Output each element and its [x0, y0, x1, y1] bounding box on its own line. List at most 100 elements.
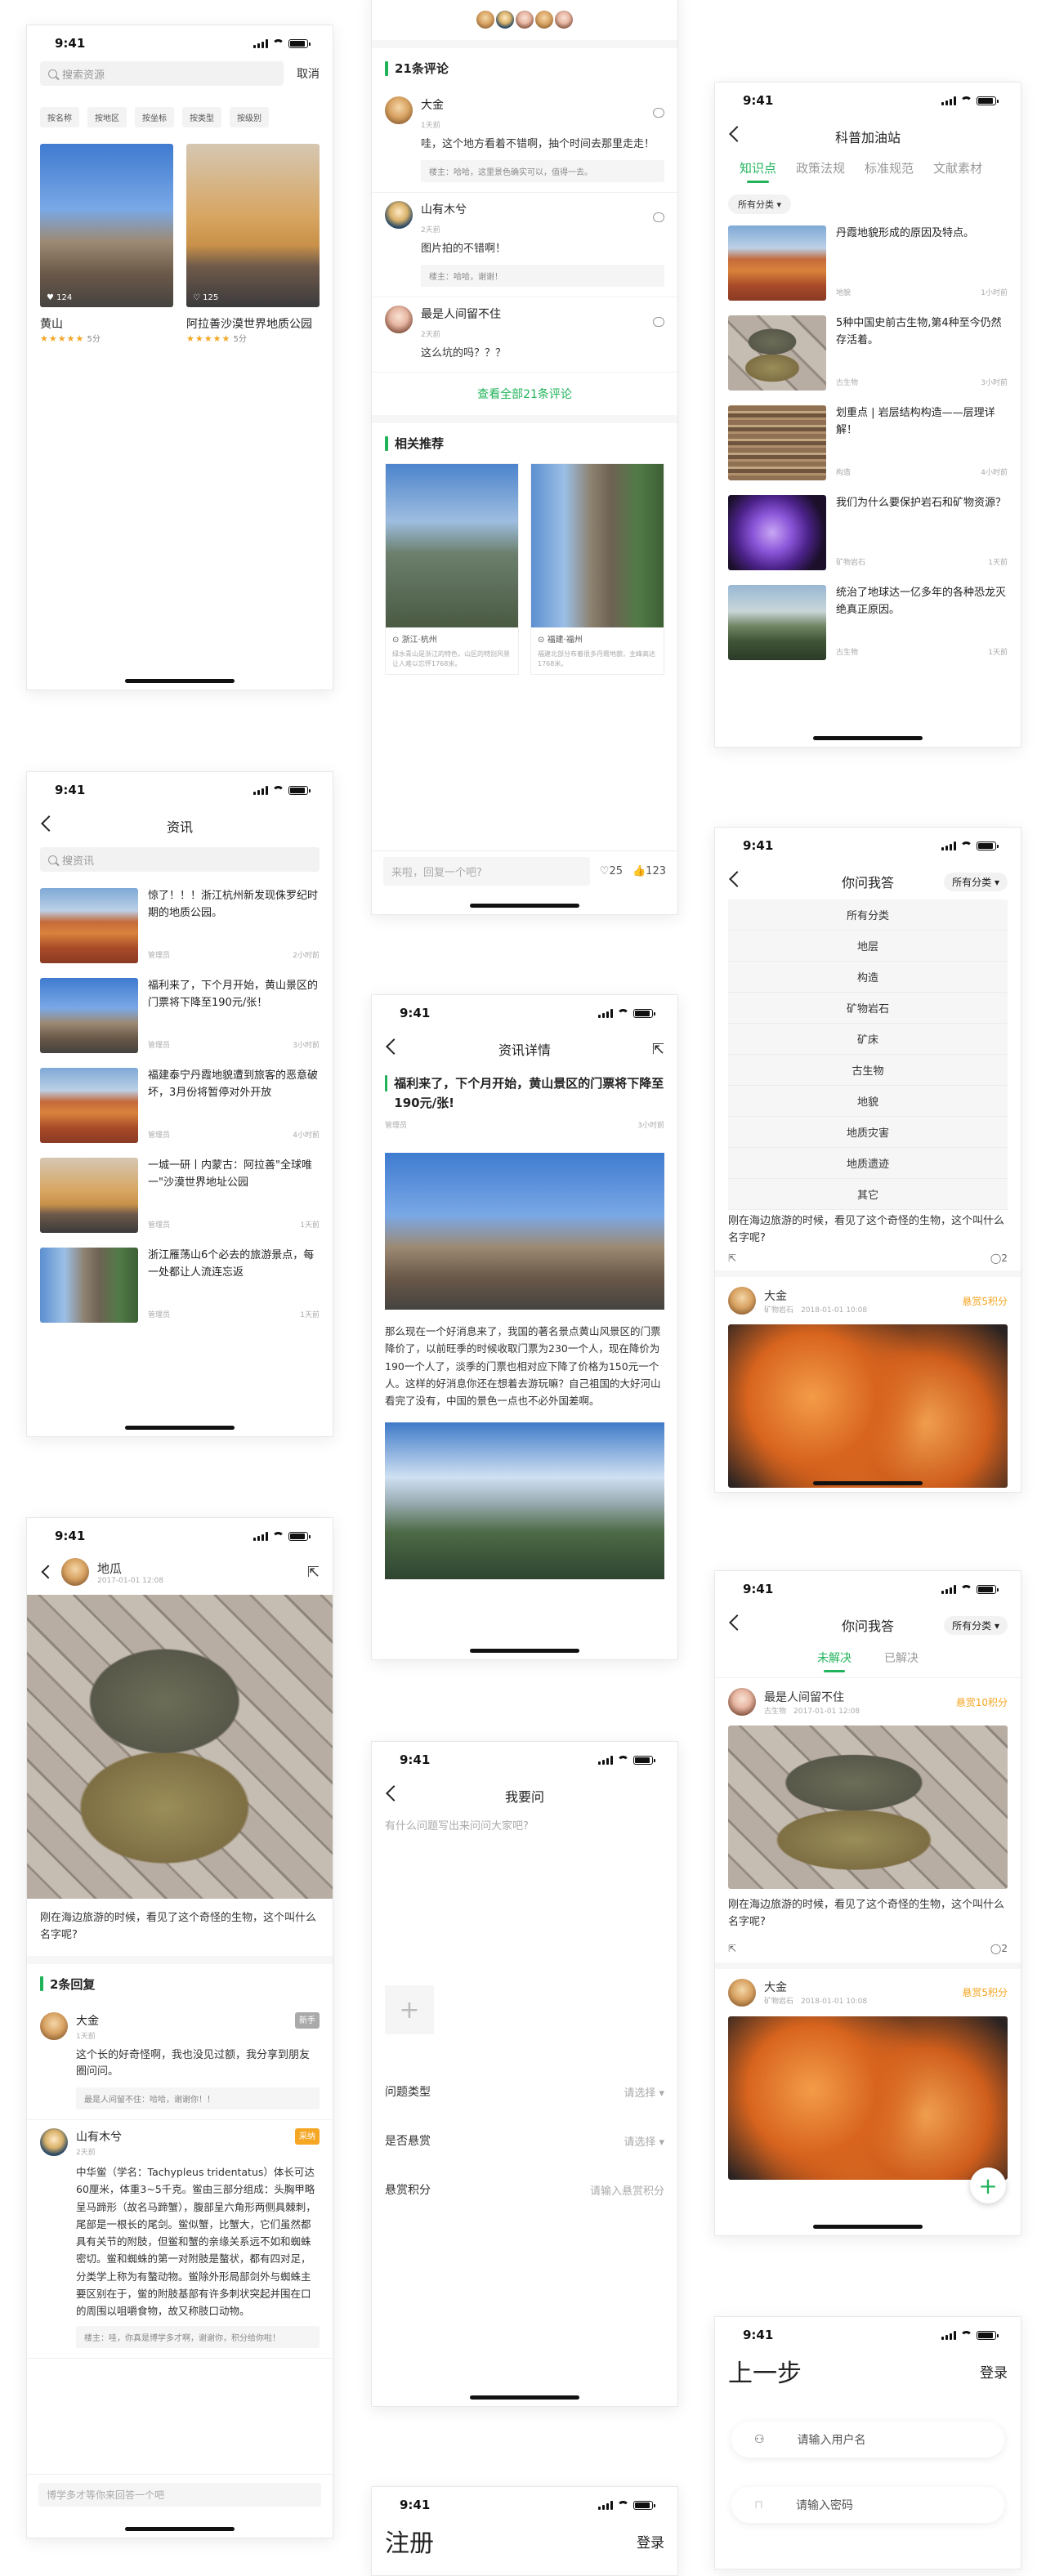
screen-search: 9:41 搜索资源 取消 按名称 按地区 按坐标 按类型 按级别 ♥ 124 黄…: [26, 25, 333, 690]
list-item[interactable]: 划重点 | 岩层结构构造——层理详解！ 构造 4小时前: [715, 397, 1021, 487]
back-icon[interactable]: [386, 1785, 402, 1801]
list-item[interactable]: 一城一研丨内蒙古：阿拉善"全球唯一"沙漠世界地址公园 管理员 1天前: [27, 1150, 333, 1239]
search-input[interactable]: 搜资讯: [40, 847, 320, 872]
news-thumb: [40, 1158, 138, 1233]
back-icon[interactable]: [729, 126, 745, 142]
filter-tag-coord[interactable]: 按坐标: [135, 107, 174, 127]
reply-input[interactable]: 来啦，回复一个吧?: [383, 857, 590, 886]
post-author: 大金: [764, 1981, 787, 1995]
question-textarea[interactable]: 有什么问题写出来问问大家吧?: [372, 1814, 677, 1985]
reward-toggle-row[interactable]: 是否悬赏 请选择 ▾: [372, 2116, 677, 2165]
article-thumb: [728, 585, 826, 660]
dropdown-option[interactable]: 地质灾害: [728, 1117, 1008, 1148]
dropdown-option[interactable]: 地质遗迹: [728, 1148, 1008, 1179]
dropdown-option[interactable]: 地貌: [728, 1086, 1008, 1117]
back-icon[interactable]: [41, 815, 57, 832]
login-link[interactable]: 登录: [637, 2531, 664, 2551]
reward-badge: 悬赏5积分: [962, 1295, 1008, 1307]
comment-count[interactable]: ◯2: [990, 1943, 1008, 1954]
back-icon[interactable]: [729, 871, 745, 887]
list-item[interactable]: 福建泰宁丹霞地貌遭到旅客的恶意破坏，3月份将暂停对外开放 管理员 4小时前: [27, 1060, 333, 1150]
list-item[interactable]: 惊了！！！浙江杭州新发现侏罗纪时期的地质公园。 管理员 2小时前: [27, 880, 333, 970]
result-image: ♡ 125: [186, 144, 320, 307]
heart-button[interactable]: ♡25: [600, 865, 623, 877]
dropdown-option[interactable]: 构造: [728, 962, 1008, 993]
tab-policy[interactable]: 政策法规: [796, 159, 845, 176]
back-icon[interactable]: [41, 1565, 56, 1579]
article-image: [385, 1153, 664, 1310]
question-type-row[interactable]: 问题类型 请选择 ▾: [372, 2067, 677, 2116]
search-input[interactable]: 搜索资源: [40, 61, 284, 86]
comment-time: 1天前: [421, 122, 440, 130]
username-input[interactable]: ⚇ 请输入用户名: [731, 2422, 1004, 2458]
back-icon[interactable]: [386, 1038, 402, 1055]
category-filter[interactable]: 所有分类 ▾: [944, 1615, 1008, 1635]
comment-reply: 楼主：哈哈，这里景色确实可以，值得一去。: [421, 159, 664, 182]
answer-input[interactable]: 博学多才等你来回答一个吧: [38, 2483, 321, 2507]
filter-tag-type[interactable]: 按类型: [182, 107, 221, 127]
search-icon: [48, 69, 57, 78]
list-item[interactable]: 统治了地球达一亿多年的各种恐龙灭绝真正原因。 古生物 1天前: [715, 577, 1021, 667]
dropdown-option[interactable]: 矿物岩石: [728, 993, 1008, 1024]
page-title: 科普加油站: [834, 130, 901, 145]
share-icon[interactable]: ⇱: [652, 1041, 664, 1058]
dropdown-option[interactable]: 地层: [728, 931, 1008, 962]
add-question-fab[interactable]: +: [970, 2168, 1006, 2203]
list-item[interactable]: 5种中国史前古生物,第4种至今仍然存活着。 古生物 3小时前: [715, 307, 1021, 397]
avatar: [40, 2128, 68, 2157]
list-item[interactable]: 福利来了，下个月开始，黄山景区的门票将下降至190元/张！ 管理员 3小时前: [27, 970, 333, 1060]
category-filter[interactable]: 所有分类 ▾: [944, 872, 1008, 891]
dropdown-option[interactable]: 古生物: [728, 1055, 1008, 1086]
tab-knowledge[interactable]: 知识点: [740, 159, 776, 183]
related-card[interactable]: ⊙ 浙江·杭州 绿水青山是浙江的特色，山区的特别风景让人难以忘怀1768米。: [385, 463, 519, 676]
page-title: 你问我答: [841, 875, 894, 891]
dropdown-option[interactable]: 矿床: [728, 1024, 1008, 1055]
add-image-button[interactable]: +: [385, 1985, 434, 2034]
thumbs-up-button[interactable]: 👍123: [633, 865, 666, 877]
post-image: [728, 1726, 1008, 1889]
replies-header: 2条回复: [27, 1964, 333, 2004]
share-icon[interactable]: ⇱: [728, 1252, 736, 1264]
dropdown-option[interactable]: 所有分类: [728, 900, 1008, 931]
result-card[interactable]: ♡ 125 阿拉善沙漠世界地质公园 ★★★★★ 5分: [186, 144, 320, 344]
screen-detail-comments: 21条评论 大金 1天前 哇，这个地方看着不错啊，抽个时间去那里走走！ 楼主：哈哈，这…: [371, 0, 678, 915]
list-item[interactable]: 丹霞地貌形成的原因及特点。 地貌 1小时前: [715, 217, 1021, 307]
post-author: 最是人间留不住: [764, 1690, 844, 1704]
related-card[interactable]: ⊙ 福建·福州 福建北部分布着很多丹霞地貌，主峰高达1768米。: [530, 463, 664, 676]
status-bar: 9:41: [372, 2487, 677, 2523]
list-item[interactable]: 我们为什么要保护岩石和矿物资源？ 矿物岩石 1天前: [715, 487, 1021, 577]
comment-count[interactable]: ◯2: [990, 1252, 1008, 1264]
share-icon[interactable]: ⇱: [728, 1943, 736, 1954]
search-placeholder: 搜索资源: [62, 69, 105, 82]
result-card[interactable]: ♥ 124 黄山 ★★★★★ 5分: [40, 144, 173, 344]
list-item[interactable]: 浙江雁荡山6个必去的旅游景点，每一处都让人流连忘返 管理员 1天前: [27, 1239, 333, 1329]
back-icon[interactable]: [729, 1614, 745, 1631]
question-image: [27, 1595, 333, 1899]
dropdown-option[interactable]: 其它: [728, 1179, 1008, 1210]
login-link[interactable]: 登录: [980, 2361, 1008, 2382]
post-image: [728, 2016, 1008, 2180]
tab-unsolved[interactable]: 未解决: [817, 1650, 852, 1672]
filter-tag-name[interactable]: 按名称: [40, 107, 79, 127]
nav-bar: 你问我答 所有分类 ▾: [715, 1607, 1021, 1643]
comment-item: 最是人间留不住 2天前 这么坑的吗？？？: [372, 297, 677, 373]
filter-tag-level[interactable]: 按级别: [230, 107, 269, 127]
comment-time: 2天前: [421, 330, 440, 339]
tab-literature[interactable]: 文献素材: [933, 159, 982, 176]
category-filter[interactable]: 所有分类 ▾: [728, 194, 792, 214]
password-input[interactable]: ⊓ 请输入密码: [731, 2487, 1004, 2523]
result-rating: ★★★★★ 5分: [40, 333, 101, 344]
tab-solved[interactable]: 已解决: [884, 1650, 919, 1666]
view-all-comments-link[interactable]: 查看全部21条评论: [372, 373, 677, 415]
cancel-button[interactable]: 取消: [297, 65, 320, 82]
filter-tag-region[interactable]: 按地区: [87, 107, 127, 127]
reward-points-row[interactable]: 悬赏积分 请输入悬赏积分: [372, 2165, 677, 2214]
status-bar: 9:41: [715, 2317, 1021, 2353]
reply-icon[interactable]: [653, 212, 664, 222]
avatar: [728, 1287, 756, 1315]
page-title: 你问我答: [841, 1618, 894, 1634]
share-icon[interactable]: ⇱: [307, 1564, 320, 1581]
reply-icon[interactable]: [653, 316, 664, 327]
reply-icon[interactable]: [653, 108, 664, 118]
tab-standard[interactable]: 标准规范: [865, 159, 914, 176]
